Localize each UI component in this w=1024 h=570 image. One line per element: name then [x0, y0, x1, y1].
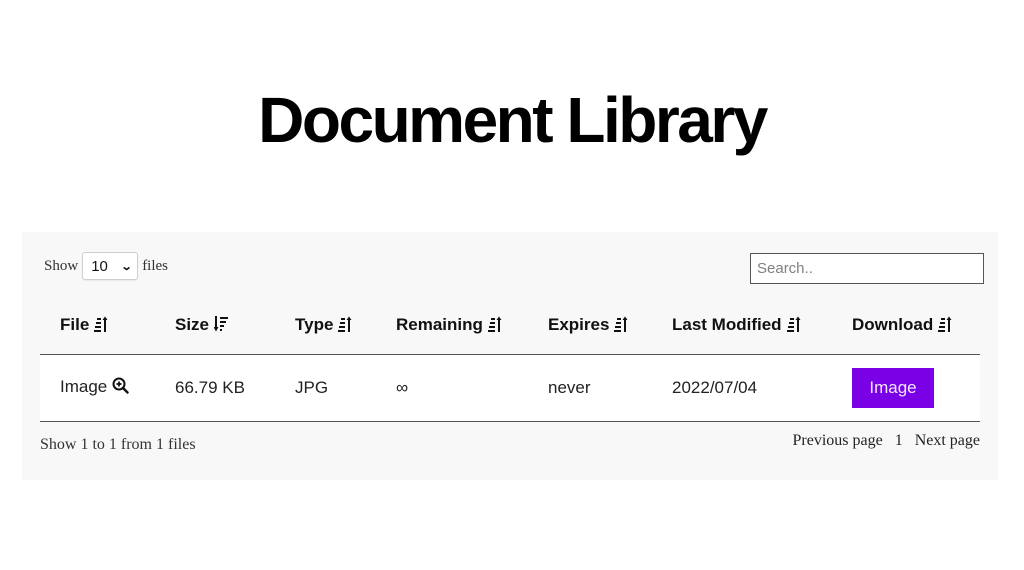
column-header-download[interactable]: Download [832, 298, 980, 355]
cell-type: JPG [275, 354, 376, 422]
cell-remaining: ∞ [376, 354, 528, 422]
column-header-size[interactable]: Size [155, 298, 275, 355]
table-info: Show 1 to 1 from 1 files [40, 436, 196, 453]
column-label: Type [295, 315, 334, 335]
cell-size: 66.79 KB [155, 354, 275, 422]
zoom-in-icon[interactable] [112, 377, 129, 399]
cell-download: Image [832, 354, 980, 422]
cell-file: Image [40, 354, 155, 422]
search-input[interactable] [750, 253, 984, 284]
pagination: Previous page 1 Next page [792, 432, 980, 450]
cell-last-modified: 2022/07/04 [652, 354, 832, 422]
column-label: Remaining [396, 315, 483, 335]
page-number-link[interactable]: 1 [895, 432, 903, 450]
column-label: File [60, 315, 90, 335]
column-header-file[interactable]: File [40, 298, 155, 355]
column-header-remaining[interactable]: Remaining [376, 298, 528, 355]
sort-ascending-icon[interactable] [338, 316, 352, 337]
download-button[interactable]: Image [852, 368, 934, 408]
sort-descending-icon[interactable] [213, 315, 229, 337]
sort-ascending-icon[interactable] [487, 316, 502, 337]
table-row: Image 66.79 KB JPG ∞ never 2022/07/04 Im… [40, 354, 980, 422]
show-label: Show [44, 257, 79, 274]
column-header-type[interactable]: Type [275, 298, 376, 355]
page-size-value: 10 [91, 257, 108, 275]
cell-expires: never [528, 354, 652, 422]
previous-page-link[interactable]: Previous page [792, 432, 882, 450]
table-header-row: File Size Type Remaining Expires Last Mo… [40, 298, 980, 355]
chevron-down-icon: ⌄ [120, 260, 133, 273]
page-size-select[interactable]: 10 ⌄ [82, 252, 139, 280]
column-header-expires[interactable]: Expires [528, 298, 652, 355]
sort-ascending-icon[interactable] [614, 316, 628, 337]
file-name: Image [60, 377, 108, 396]
page-size-control: Show 10 ⌄ files [40, 252, 172, 280]
column-label: Download [852, 315, 934, 335]
next-page-link[interactable]: Next page [915, 432, 980, 450]
column-header-last-modified[interactable]: Last Modified [652, 298, 832, 355]
column-label: Expires [548, 315, 610, 335]
page-title: Document Library [258, 84, 768, 156]
document-library-panel: Show 10 ⌄ files File Size Type Remaining… [22, 232, 998, 480]
column-label: Last Modified [672, 315, 782, 335]
files-label: files [142, 257, 169, 274]
column-label: Size [175, 315, 210, 335]
sort-ascending-icon[interactable] [94, 316, 108, 337]
sort-ascending-icon[interactable] [938, 316, 952, 337]
files-table: File Size Type Remaining Expires Last Mo… [40, 298, 980, 422]
sort-ascending-icon[interactable] [786, 316, 801, 337]
